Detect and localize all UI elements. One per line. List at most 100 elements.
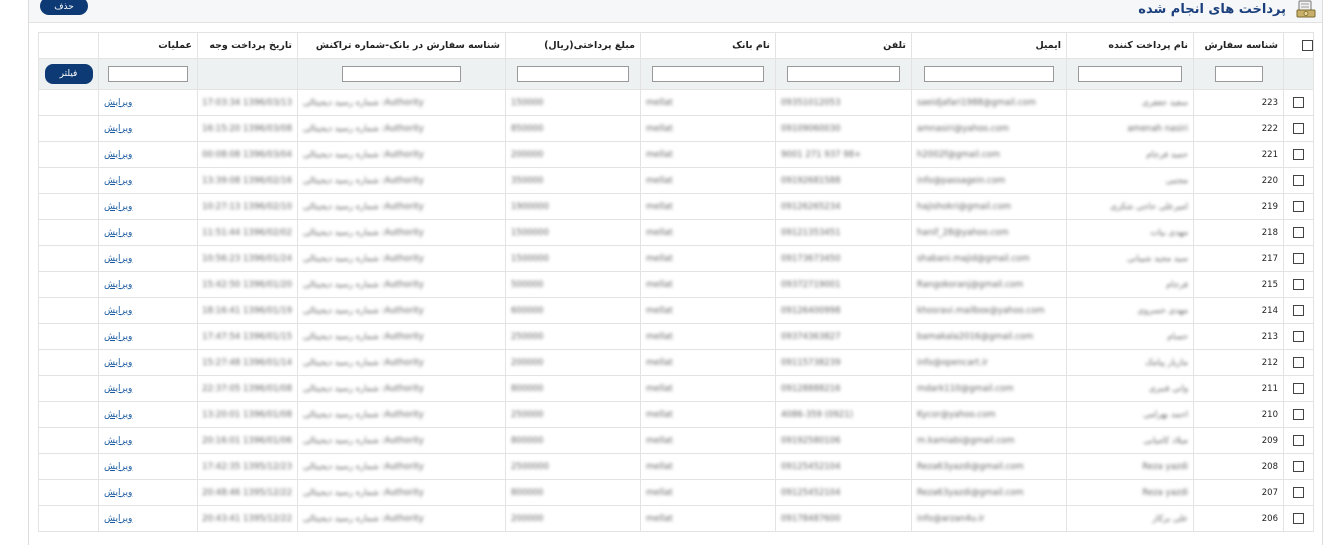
col-header-amount[interactable]: مبلغ پرداختی(ریال) — [505, 32, 641, 59]
edit-link[interactable]: ویرایش — [104, 436, 132, 446]
bank-order-cell: Authority: شماره رسید دیجیتالی — [297, 401, 506, 428]
row-checkbox[interactable] — [1293, 513, 1304, 524]
payer-name-cell: Reza yazdi — [1066, 453, 1194, 480]
filter-cell-button: فیلتر — [38, 58, 99, 90]
filter-bank-input[interactable] — [652, 66, 764, 82]
order-id-cell: 210 — [1193, 401, 1284, 428]
payment-date-cell: 1396/01/15 17:47:54 — [197, 323, 298, 350]
payment-date-cell: 1396/01/24 10:56:23 — [197, 245, 298, 272]
edit-link[interactable]: ویرایش — [104, 254, 132, 264]
payment-icon — [1296, 0, 1316, 18]
col-header-payer[interactable]: نام پرداخت کننده — [1066, 32, 1194, 59]
bank-name-cell: mellat — [640, 401, 776, 428]
payer-name-cell: مهدی خسروی — [1066, 297, 1194, 324]
edit-link[interactable]: ویرایش — [104, 488, 132, 498]
edit-link[interactable]: ویرایش — [104, 150, 132, 160]
filter-button[interactable]: فیلتر — [44, 64, 93, 84]
bank-name-cell: mellat — [640, 427, 776, 454]
bank-order-cell: Authority: شماره رسید دیجیتالی — [297, 271, 506, 298]
col-header-bank[interactable]: نام بانک — [640, 32, 776, 59]
email-cell: Reza63yazdi@gmail.com — [911, 479, 1067, 506]
edit-link[interactable]: ویرایش — [104, 176, 132, 186]
payment-date-cell: 1396/01/19 18:16:41 — [197, 297, 298, 324]
amount-cell: 1500000 — [505, 245, 641, 272]
email-cell: bamakala2016@gmail.com — [911, 323, 1067, 350]
delete-button[interactable]: حذف — [40, 0, 88, 15]
edit-link[interactable]: ویرایش — [104, 462, 132, 472]
filter-ops-input[interactable] — [108, 66, 188, 82]
filter-amount-input[interactable] — [517, 66, 629, 82]
order-id-cell: 209 — [1193, 427, 1284, 454]
row-checkbox[interactable] — [1293, 383, 1304, 394]
filter-tel-input[interactable] — [787, 66, 900, 82]
filter-email-input[interactable] — [924, 66, 1054, 82]
row-checkbox[interactable] — [1293, 305, 1304, 316]
row-checkbox[interactable] — [1293, 97, 1304, 108]
amount-cell: 2500000 — [505, 453, 641, 480]
row-checkbox[interactable] — [1293, 279, 1304, 290]
bank-order-cell: Authority: شماره رسید دیجیتالی — [297, 323, 506, 350]
row-checkbox-cell — [1283, 115, 1314, 142]
row-spacer-cell — [38, 193, 99, 220]
order-id-cell: 207 — [1193, 479, 1284, 506]
email-cell: amnasiri@yahoo.com — [911, 115, 1067, 142]
filter-cell-checkbox — [1283, 58, 1314, 90]
filter-id-input[interactable] — [1214, 66, 1263, 82]
row-checkbox[interactable] — [1293, 435, 1304, 446]
row-checkbox[interactable] — [1293, 409, 1304, 420]
table-row: 212 مازیار پیامک info@opencart.ir 091157382… — [38, 349, 1314, 376]
filter-order-input[interactable] — [342, 66, 461, 82]
row-checkbox[interactable] — [1293, 357, 1304, 368]
edit-link[interactable]: ویرایش — [104, 514, 132, 524]
row-checkbox[interactable] — [1293, 175, 1304, 186]
table-row: 218 مهدی بیات hanif_28@yahoo.com 0912135345… — [38, 219, 1314, 246]
select-all-checkbox[interactable] — [1302, 40, 1313, 51]
bank-order-cell: Authority: شماره رسید دیجیتالی — [297, 349, 506, 376]
col-header-order[interactable]: شناسه سفارش در بانک-شماره تراکنش — [297, 32, 506, 59]
bank-order-cell: Authority: شماره رسید دیجیتالی — [297, 297, 506, 324]
table-row: 210 احمد بهرامی Kycor@yahoo.com (0921) 4086… — [38, 401, 1314, 428]
col-header-date[interactable]: تاریخ پرداخت وجه — [197, 32, 298, 59]
edit-link[interactable]: ویرایش — [104, 202, 132, 212]
order-id-cell: 218 — [1193, 219, 1284, 246]
row-spacer-cell — [38, 167, 99, 194]
col-header-id[interactable]: شناسه سفارش — [1193, 32, 1284, 59]
row-spacer-cell — [38, 479, 99, 506]
edit-link[interactable]: ویرایش — [104, 306, 132, 316]
operations-cell: ویرایش — [98, 245, 198, 272]
row-checkbox[interactable] — [1293, 331, 1304, 342]
table-row: 207 Reza yazdi Reza63yazdi@gmail.com 091254… — [38, 479, 1314, 506]
payment-date-cell: 1396/03/13 17:03:34 — [197, 89, 298, 116]
edit-link[interactable]: ویرایش — [104, 410, 132, 420]
edit-link[interactable]: ویرایش — [104, 332, 132, 342]
row-checkbox[interactable] — [1293, 461, 1304, 472]
row-checkbox-cell — [1283, 193, 1314, 220]
row-checkbox[interactable] — [1293, 487, 1304, 498]
order-id-cell: 208 — [1193, 453, 1284, 480]
edit-link[interactable]: ویرایش — [104, 98, 132, 108]
row-checkbox[interactable] — [1293, 253, 1304, 264]
order-id-cell: 217 — [1193, 245, 1284, 272]
payer-name-cell: Reza yazdi — [1066, 479, 1194, 506]
amount-cell: 250000 — [505, 323, 641, 350]
row-checkbox-cell — [1283, 323, 1314, 350]
col-header-tel[interactable]: تلفن — [775, 32, 912, 59]
payments-table: شناسه سفارش نام پرداخت کننده ایمیل تلفن … — [38, 32, 1314, 532]
phone-cell: 09192681588 — [775, 167, 912, 194]
filter-cell-order — [297, 58, 506, 90]
col-header-email[interactable]: ایمیل — [911, 32, 1067, 59]
row-checkbox[interactable] — [1293, 227, 1304, 238]
payment-date-cell: 1395/12/22 20:48:46 — [197, 479, 298, 506]
table-row: 208 Reza yazdi Reza63yazdi@gmail.com 091254… — [38, 453, 1314, 480]
edit-link[interactable]: ویرایش — [104, 280, 132, 290]
edit-link[interactable]: ویرایش — [104, 124, 132, 134]
table-row: 217 سید مجید شیبانی shabani.majid@gmail.co… — [38, 245, 1314, 272]
row-checkbox[interactable] — [1293, 123, 1304, 134]
table-row: 223 سعید جعفری saeidjafari1988@gmail.com 09… — [38, 89, 1314, 116]
edit-link[interactable]: ویرایش — [104, 358, 132, 368]
filter-payer-input[interactable] — [1077, 66, 1183, 82]
row-checkbox[interactable] — [1293, 149, 1304, 160]
row-checkbox[interactable] — [1293, 201, 1304, 212]
edit-link[interactable]: ویرایش — [104, 384, 132, 394]
edit-link[interactable]: ویرایش — [104, 228, 132, 238]
